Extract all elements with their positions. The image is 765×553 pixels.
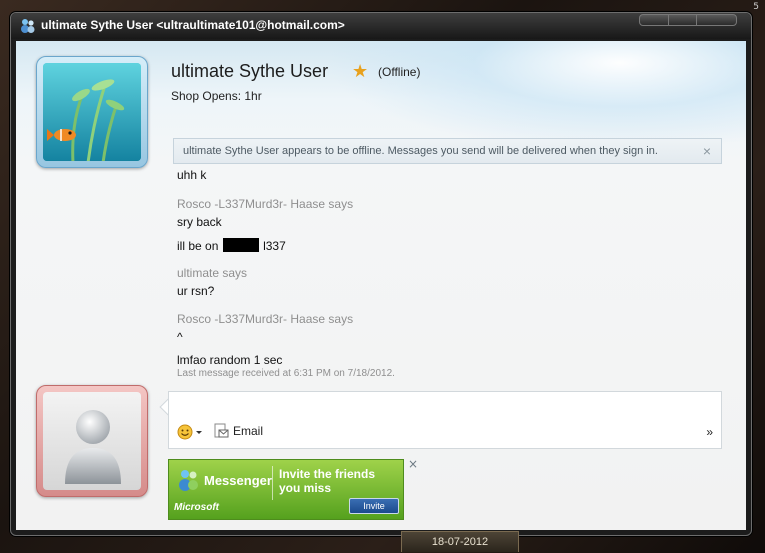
offline-notice-text: ultimate Sythe User appears to be offlin… bbox=[183, 145, 658, 157]
ad-divider bbox=[272, 466, 273, 500]
emoticon-button[interactable] bbox=[177, 424, 203, 443]
close-button[interactable] bbox=[697, 15, 736, 25]
message-line-redacted: ill be on l337 bbox=[177, 238, 286, 253]
last-message-timestamp: Last message received at 6:31 PM on 7/18… bbox=[177, 368, 395, 379]
offline-notice-banner: ultimate Sythe User appears to be offlin… bbox=[173, 138, 722, 164]
invite-button[interactable]: Invite bbox=[349, 498, 399, 514]
title-bar[interactable]: ultimate Sythe User <ultraultimate101@ho… bbox=[11, 13, 751, 39]
ad-brand: Messenger bbox=[204, 473, 272, 488]
message-line: uhh k bbox=[177, 168, 207, 182]
message-input[interactable]: Email » bbox=[168, 391, 722, 449]
email-button[interactable]: Email bbox=[213, 423, 263, 439]
message-line: sry back bbox=[177, 215, 222, 229]
maximize-button[interactable] bbox=[669, 15, 698, 25]
email-icon bbox=[214, 423, 229, 438]
sender-line: Rosco -L337Murd3r- Haase says bbox=[177, 197, 354, 211]
message-line: ^ bbox=[177, 330, 183, 344]
redaction-block bbox=[222, 238, 259, 252]
date-display: 18-07-2012 bbox=[401, 531, 519, 552]
message-line: lmfao random 1 sec bbox=[177, 353, 283, 367]
contact-status: (Offline) bbox=[378, 65, 421, 79]
close-icon[interactable]: × bbox=[408, 457, 418, 471]
close-icon[interactable]: × bbox=[703, 139, 711, 163]
sender-line: Rosco -L337Murd3r- Haase says bbox=[177, 312, 354, 326]
messenger-app-icon bbox=[20, 18, 36, 34]
window-controls bbox=[639, 14, 737, 26]
contact-personal-message: Shop Opens: 1hr bbox=[171, 89, 262, 103]
window-title: ultimate Sythe User <ultraultimate101@ho… bbox=[41, 18, 345, 32]
corner-label: 5 bbox=[753, 2, 759, 12]
contact-avatar-image bbox=[43, 63, 141, 161]
more-options-button[interactable]: » bbox=[706, 425, 713, 439]
messenger-ad-banner[interactable]: Messenger Invite the friends you miss Mi… bbox=[168, 459, 404, 520]
messenger-buddy-icon bbox=[179, 470, 198, 491]
conversation-client-area: ultimate Sythe User ★ (Offline) Shop Ope… bbox=[16, 41, 746, 530]
microsoft-logo: Microsoft bbox=[174, 502, 219, 513]
ad-text: Invite the friends you miss bbox=[279, 467, 376, 495]
message-text-after: l337 bbox=[263, 239, 286, 253]
contact-avatar[interactable] bbox=[36, 56, 148, 168]
message-text-before: ill be on bbox=[177, 239, 219, 253]
minimize-button[interactable] bbox=[640, 15, 669, 25]
default-user-icon bbox=[43, 392, 141, 490]
sender-line: ultimate says bbox=[177, 266, 248, 280]
sky-background bbox=[326, 41, 746, 151]
messenger-window: ultimate Sythe User <ultraultimate101@ho… bbox=[10, 12, 752, 536]
input-toolbar: Email » bbox=[169, 422, 721, 444]
star-icon[interactable]: ★ bbox=[352, 61, 368, 82]
contact-name[interactable]: ultimate Sythe User bbox=[171, 61, 328, 82]
message-line: ur rsn? bbox=[177, 284, 215, 298]
user-avatar[interactable] bbox=[36, 385, 148, 497]
email-label: Email bbox=[233, 424, 264, 438]
